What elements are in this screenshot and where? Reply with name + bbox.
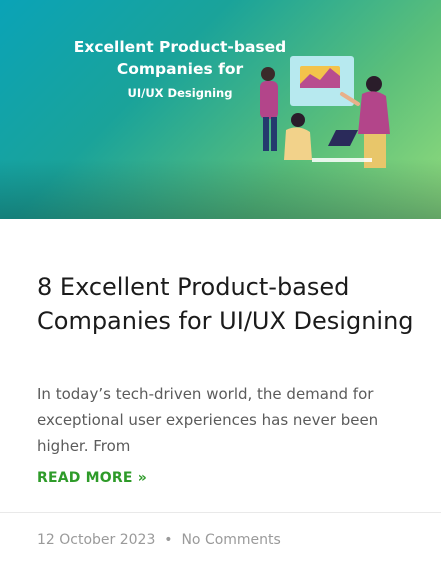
laptop: [328, 130, 358, 146]
person-legs: [364, 134, 386, 168]
person-head: [291, 113, 305, 127]
person-head: [261, 67, 275, 81]
person-body: [284, 127, 312, 160]
post-meta: 12 October 2023 • No Comments: [37, 532, 281, 548]
person-body: [260, 81, 278, 119]
desk: [312, 158, 372, 162]
featured-image[interactable]: Excellent Product-based Companies for UI…: [0, 0, 441, 219]
blog-post-card: Excellent Product-based Companies for UI…: [0, 0, 441, 571]
meta-divider: [0, 512, 441, 513]
person-leg: [263, 117, 269, 151]
read-more-link[interactable]: READ MORE »: [37, 470, 147, 486]
meta-separator: •: [164, 532, 173, 548]
post-excerpt: In today’s tech-driven world, the demand…: [37, 385, 379, 455]
post-date: 12 October 2023: [37, 532, 156, 548]
person-leg: [271, 117, 277, 151]
comments-link[interactable]: No Comments: [181, 532, 280, 548]
person-head: [366, 76, 382, 92]
post-title[interactable]: 8 Excellent Product-based Companies for …: [37, 270, 417, 338]
person-body: [358, 91, 390, 134]
team-illustration: [260, 56, 390, 168]
